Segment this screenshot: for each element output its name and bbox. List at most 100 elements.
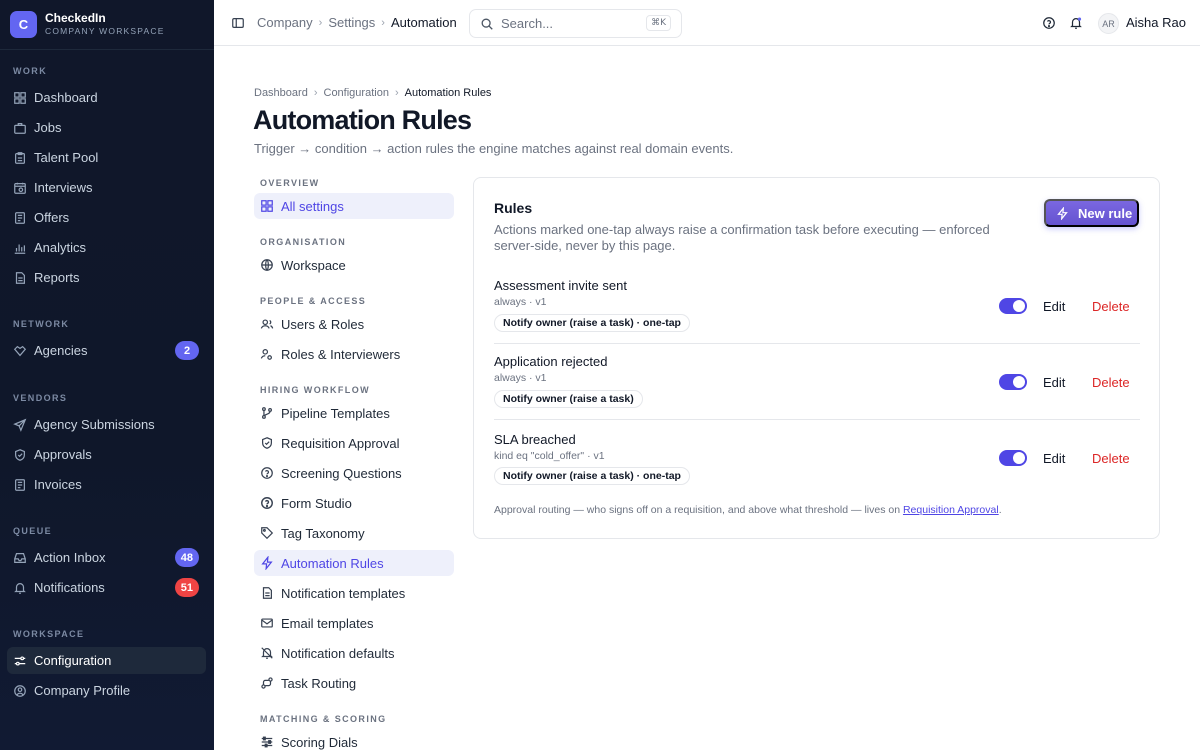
sidebar-item-action-inbox[interactable]: Action Inbox 48 [7,544,206,571]
settings-section-matching-scoring: MATCHING & SCORING [260,714,387,724]
sidebar-toggle-icon[interactable] [231,16,245,30]
settings-item-label: Scoring Dials [281,734,358,750]
rule-enabled-toggle[interactable] [999,450,1027,466]
sidebar-item-label: Dashboard [34,90,98,105]
bolt-icon [261,556,273,570]
rule-action-pill: Notify owner (raise a task) · one-tap [494,467,690,485]
sidebar-item-talent-pool[interactable]: Talent Pool [7,144,206,171]
sidebar-item-approvals[interactable]: Approvals [7,441,206,468]
search-placeholder: Search... [501,16,554,31]
dials-icon [261,736,273,748]
rule-enabled-toggle[interactable] [999,298,1027,314]
requisition-approval-link[interactable]: Requisition Approval [903,504,999,516]
settings-item-users-roles[interactable]: Users & Roles [254,311,454,337]
rule-name: SLA breached [494,432,576,447]
crumb-dashboard[interactable]: Dashboard [254,87,308,99]
brand[interactable]: C CheckedIn COMPANY WORKSPACE [0,0,214,50]
chart-icon [14,244,26,254]
brand-name: CheckedIn [45,11,106,25]
rules-card: Rules Actions marked one-tap always rais… [473,177,1160,539]
crumb-configuration[interactable]: Configuration [324,87,389,99]
user-circle-icon [14,684,26,697]
footer-end: . [998,504,1002,516]
sidebar-item-interviews[interactable]: Interviews [7,174,206,201]
settings-item-all-settings[interactable]: All settings [254,193,454,219]
branch-icon [262,407,272,419]
settings-item-pipeline-templates[interactable]: Pipeline Templates [254,400,454,426]
report-icon [15,271,25,284]
sidebar-item-dashboard[interactable]: Dashboard [7,84,206,111]
topbar-crumb-settings[interactable]: Settings [328,15,375,30]
route-icon [261,677,273,689]
edit-rule-button[interactable]: Edit [1043,299,1065,314]
settings-item-label: Users & Roles [281,316,365,332]
rule-meta: always · v1 [494,372,547,384]
settings-section-overview: OVERVIEW [260,178,320,188]
brand-subtitle: COMPANY WORKSPACE [45,26,165,36]
help-icon[interactable] [1042,16,1056,30]
agencies-count-badge: 2 [175,341,199,360]
sidebar-item-analytics[interactable]: Analytics [7,234,206,261]
settings-item-label: Task Routing [281,675,357,691]
sidebar-item-jobs[interactable]: Jobs [7,114,206,141]
rule-row: SLA breached kind eq "cold_offer" · v1 N… [494,419,1140,495]
rule-action-pill: Notify owner (raise a task) [494,390,643,408]
topbar-breadcrumb: Company › Settings › Automation [257,15,457,30]
settings-item-notification-templates[interactable]: Notification templates [254,580,454,606]
settings-item-workspace[interactable]: Workspace [254,252,454,278]
settings-item-form-studio[interactable]: Form Studio [254,490,454,516]
page-subtitle: Trigger → condition → action rules the e… [254,141,734,156]
settings-item-task-routing[interactable]: Task Routing [254,670,454,696]
edit-rule-button[interactable]: Edit [1043,375,1065,390]
settings-item-automation-rules[interactable]: Automation Rules [254,550,454,576]
settings-item-label: Requisition Approval [281,435,400,451]
delete-rule-button[interactable]: Delete [1092,451,1130,466]
rules-card-title: Rules [494,200,533,216]
settings-item-requisition-approval[interactable]: Requisition Approval [254,430,454,456]
settings-item-screening-questions[interactable]: Screening Questions [254,460,454,486]
nav-section-network: NETWORK [13,319,70,329]
handshake-icon [13,345,27,356]
bell-icon [14,582,26,594]
edit-rule-button[interactable]: Edit [1043,451,1065,466]
topbar: Company › Settings › Automation Search..… [214,0,1200,46]
sidebar-item-configuration[interactable]: Configuration [7,647,206,674]
avatar[interactable]: AR [1098,13,1119,34]
grid-icon [261,200,273,212]
settings-item-roles-interviewers[interactable]: Roles & Interviewers [254,341,454,367]
delete-rule-button[interactable]: Delete [1092,299,1130,314]
sidebar-item-reports[interactable]: Reports [7,264,206,291]
rule-meta: kind eq "cold_offer" · v1 [494,450,605,462]
sidebar-item-company-profile[interactable]: Company Profile [7,677,206,704]
search-input[interactable]: Search... ⌘K [469,9,682,38]
settings-item-notification-defaults[interactable]: Notification defaults [254,640,454,666]
user-key-icon [260,349,272,360]
chevron-right-icon: › [381,16,385,29]
topbar-crumb-company[interactable]: Company [257,15,313,30]
sidebar-item-agencies[interactable]: Agencies 2 [7,337,206,364]
delete-rule-button[interactable]: Delete [1092,375,1130,390]
sidebar-item-notifications[interactable]: Notifications 51 [7,574,206,601]
rule-action-pill: Notify owner (raise a task) · one-tap [494,314,690,332]
inbox-icon [14,552,26,563]
help-circle-icon [261,497,273,509]
sidebar-item-invoices[interactable]: Invoices [7,471,206,498]
new-rule-button[interactable]: New rule [1044,199,1139,227]
settings-item-scoring-dials[interactable]: Scoring Dials [254,729,454,750]
bell-icon[interactable] [1069,16,1083,30]
action-inbox-count-badge: 48 [174,548,199,567]
rule-enabled-toggle[interactable] [999,374,1027,390]
search-shortcut: ⌘K [646,15,671,31]
briefcase-icon [14,122,26,134]
globe-icon [261,259,273,271]
sidebar-item-label: Configuration [34,653,112,668]
sidebar-item-offers[interactable]: Offers [7,204,206,231]
user-name[interactable]: Aisha Rao [1126,15,1186,30]
sidebar-item-agency-submissions[interactable]: Agency Submissions [7,411,206,438]
send-icon [13,418,27,432]
grid-icon [14,91,26,104]
rule-row: Application rejected always · v1 Notify … [494,343,1140,419]
settings-item-email-templates[interactable]: Email templates [254,610,454,636]
settings-item-tag-taxonomy[interactable]: Tag Taxonomy [254,520,454,546]
sidebar-item-label: Reports [34,270,80,285]
